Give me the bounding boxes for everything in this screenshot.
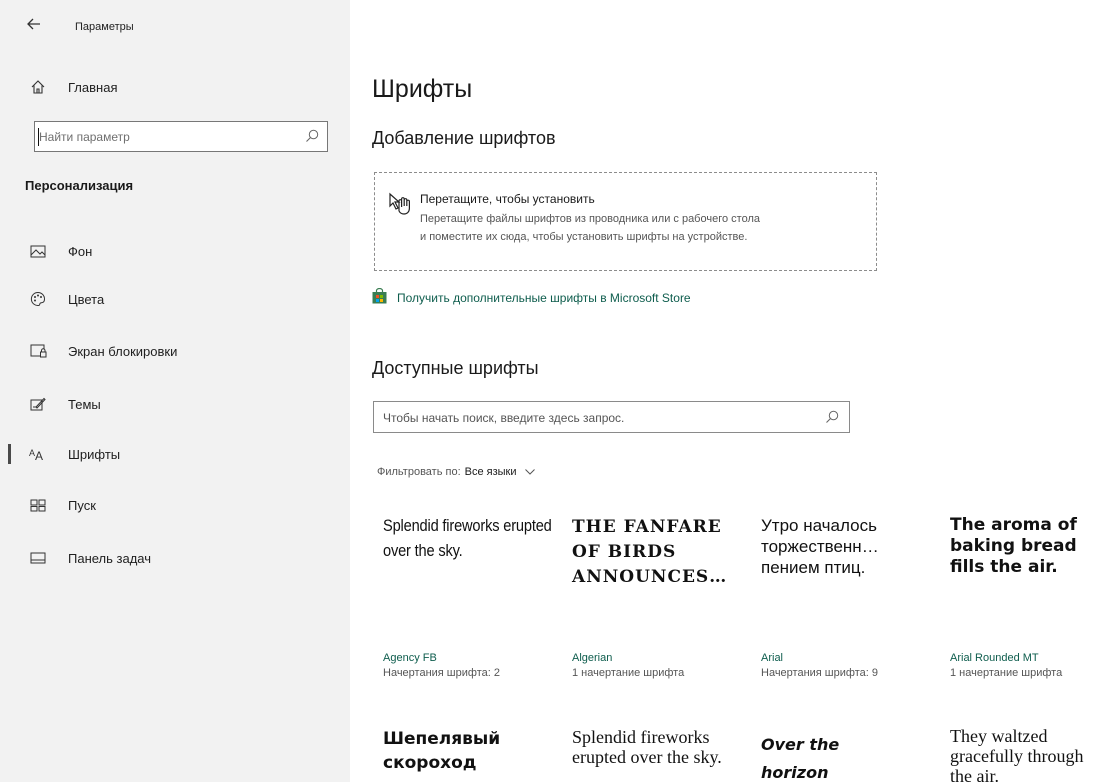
sidebar-item-fonts[interactable]: AA Шрифты bbox=[20, 441, 340, 467]
fonts-icon: AA bbox=[25, 445, 51, 463]
sidebar-item-label: Фон bbox=[68, 243, 93, 259]
add-fonts-heading: Добавление шрифтов bbox=[372, 128, 556, 148]
settings-search-input[interactable] bbox=[39, 126, 289, 147]
home-icon bbox=[25, 78, 51, 96]
available-fonts-heading: Доступные шрифты bbox=[372, 358, 539, 378]
font-search-box[interactable] bbox=[373, 401, 850, 433]
font-styles-count: 1 начертание шрифта bbox=[950, 667, 1063, 679]
taskbar-icon bbox=[25, 549, 51, 567]
font-card[interactable]: Шепелявый скороход bbox=[383, 727, 543, 782]
font-sample: They waltzed gracefully through the air. bbox=[950, 726, 1084, 782]
drop-zone-title: Перетащите, чтобы установить bbox=[420, 192, 595, 206]
sidebar-item-label: Шрифты bbox=[68, 446, 121, 462]
font-sample: The aroma of baking bread fills the air. bbox=[950, 515, 1077, 577]
sidebar-item-themes[interactable]: Темы bbox=[20, 391, 340, 417]
sidebar-item-label: Цвета bbox=[68, 291, 105, 307]
drop-zone-desc-line: и поместите их сюда, чтобы установить шр… bbox=[420, 231, 748, 243]
font-card-arial[interactable]: Утро началось торжественн… пением птиц. … bbox=[761, 515, 931, 679]
sidebar-item-taskbar[interactable]: Панель задач bbox=[20, 545, 340, 571]
start-icon bbox=[25, 496, 51, 514]
svg-text:A: A bbox=[35, 449, 43, 461]
font-sample: Splendid fireworks erupted over the sky. bbox=[383, 516, 552, 560]
font-name: Arial Rounded MT bbox=[950, 652, 1039, 664]
font-name: Agency FB bbox=[383, 652, 437, 664]
sidebar: Параметры Главная Персонализация Фон Цве… bbox=[0, 0, 350, 782]
font-name: Arial bbox=[761, 652, 784, 664]
sidebar-item-label: Панель задач bbox=[68, 550, 152, 566]
font-card[interactable]: Splendid fireworks erupted over the sky. bbox=[572, 727, 732, 782]
app-title: Параметры bbox=[75, 21, 134, 33]
font-sample: Splendid fireworks erupted over the sky. bbox=[572, 727, 722, 767]
font-card-algerian[interactable]: THE FANFARE OF BIRDS ANNOUNCES… Algerian… bbox=[572, 515, 747, 679]
image-icon bbox=[25, 242, 51, 260]
font-sample: Over the horizon comes bbox=[761, 735, 840, 782]
palette-icon bbox=[25, 290, 51, 308]
filter-value: Все языки bbox=[464, 466, 517, 478]
font-sample: Шепелявый скороход bbox=[383, 729, 501, 773]
sidebar-item-label: Темы bbox=[68, 396, 101, 412]
search-icon[interactable] bbox=[825, 410, 839, 429]
themes-icon bbox=[25, 395, 51, 413]
font-drop-zone[interactable]: Перетащите, чтобы установить Перетащите … bbox=[374, 172, 877, 271]
font-card[interactable]: Over the horizon comes bbox=[761, 731, 931, 782]
title-bar: Параметры bbox=[0, 0, 350, 52]
back-arrow-icon[interactable] bbox=[22, 16, 46, 36]
chevron-down-icon bbox=[524, 466, 535, 478]
drop-zone-desc-line: Перетащите файлы шрифтов из проводника и… bbox=[420, 213, 760, 225]
microsoft-store-link[interactable]: Получить дополнительные шрифты в Microso… bbox=[372, 287, 691, 307]
nav-home[interactable]: Главная bbox=[20, 74, 340, 100]
font-card[interactable]: They waltzed gracefully through the air. bbox=[950, 726, 1113, 782]
language-filter[interactable]: Фильтровать по: Все языки bbox=[377, 466, 535, 478]
active-indicator bbox=[8, 444, 11, 464]
sidebar-item-lock-screen[interactable]: Экран блокировки bbox=[20, 338, 340, 364]
font-card-agency-fb[interactable]: Splendid fireworks erupted over the sky.… bbox=[383, 513, 563, 679]
page-title: Шрифты bbox=[372, 75, 473, 103]
sidebar-item-start[interactable]: Пуск bbox=[20, 492, 340, 518]
sidebar-item-label: Пуск bbox=[68, 497, 96, 513]
font-sample: THE FANFARE OF BIRDS ANNOUNCES… bbox=[572, 517, 728, 587]
font-styles-count: Начертания шрифта: 9 bbox=[761, 667, 878, 679]
drop-zone-description: Перетащите файлы шрифтов из проводника и… bbox=[420, 210, 870, 246]
sidebar-item-colors[interactable]: Цвета bbox=[20, 286, 340, 312]
font-styles-count: 1 начертание шрифта bbox=[572, 667, 685, 679]
nav-home-label: Главная bbox=[68, 79, 118, 95]
sidebar-item-background[interactable]: Фон bbox=[20, 238, 340, 264]
filter-label: Фильтровать по: bbox=[377, 466, 461, 478]
lock-screen-icon bbox=[25, 342, 51, 360]
font-card-arial-rounded-mt[interactable]: The aroma of baking bread fills the air.… bbox=[950, 515, 1113, 679]
font-name: Algerian bbox=[572, 652, 613, 664]
store-bag-icon bbox=[372, 287, 387, 307]
font-sample: Утро началось торжественн… пением птиц. bbox=[761, 516, 879, 577]
settings-search-box[interactable] bbox=[34, 121, 328, 152]
main-content: Шрифты Добавление шрифтов Перетащите, чт… bbox=[350, 0, 1113, 782]
sidebar-item-label: Экран блокировки bbox=[68, 343, 178, 359]
section-title-personalization: Персонализация bbox=[25, 178, 134, 193]
drag-hand-icon bbox=[388, 191, 414, 222]
font-search-input[interactable] bbox=[383, 408, 803, 428]
font-styles-count: Начертания шрифта: 2 bbox=[383, 667, 500, 679]
search-icon[interactable] bbox=[305, 129, 319, 148]
store-link-label: Получить дополнительные шрифты в Microso… bbox=[397, 290, 691, 305]
